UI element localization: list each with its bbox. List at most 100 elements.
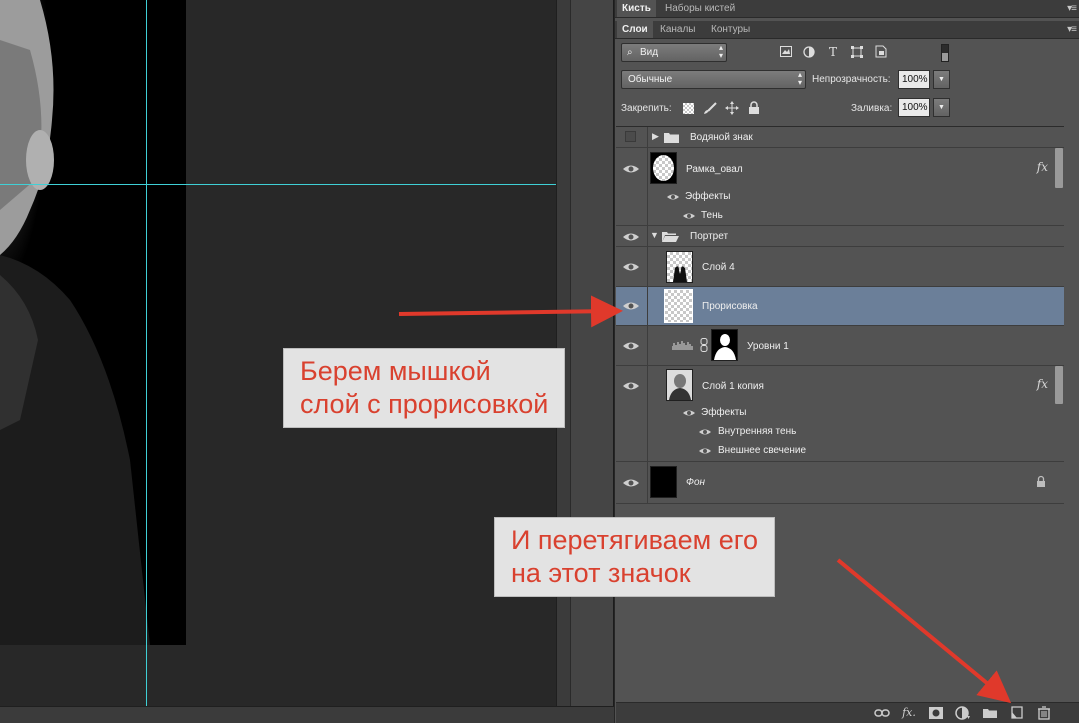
- opacity-label: Непрозрачность:: [812, 74, 891, 85]
- mask-icon[interactable]: [928, 706, 944, 720]
- layer-row-levels[interactable]: Уровни 1: [616, 326, 1064, 366]
- filter-adjustment-icon[interactable]: [803, 46, 815, 58]
- filter-toggle-switch[interactable]: [941, 44, 949, 62]
- effect-outer-glow-label: Внешнее свечение: [718, 445, 807, 456]
- fx-icon[interactable]: fx: [1037, 160, 1048, 174]
- layer-row-watermark[interactable]: ▶ Водяной знак: [616, 127, 1064, 148]
- filter-kind-select[interactable]: ⌕ Вид ▴ ▾: [621, 43, 727, 62]
- eye-icon[interactable]: [622, 230, 640, 244]
- fx-expand-bar[interactable]: [1055, 366, 1063, 404]
- blend-mode-value: Обычные: [628, 74, 673, 85]
- filter-shape-icon[interactable]: [851, 46, 863, 58]
- effect-inner-shadow-label: Внутренняя тень: [718, 426, 797, 437]
- lock-icon: [1037, 475, 1045, 487]
- panel-menu-icon[interactable]: ▾≡: [1067, 3, 1077, 14]
- tab-channels[interactable]: Каналы: [655, 21, 701, 38]
- layer-row-frame[interactable]: Рамка_овал fx Эффекты Тень: [616, 148, 1064, 226]
- updown-icon: ▴ ▾: [718, 43, 723, 60]
- eye-icon[interactable]: [622, 260, 640, 274]
- lock-brush-icon[interactable]: [703, 102, 717, 115]
- tab-layers[interactable]: Слои: [617, 21, 653, 38]
- lock-all-icon[interactable]: [748, 101, 760, 115]
- fx-icon[interactable]: fx.: [901, 706, 917, 720]
- lock-move-icon[interactable]: [725, 101, 739, 115]
- layers-panel-menu-icon[interactable]: ▾≡: [1067, 24, 1077, 35]
- layer-row-background[interactable]: Фон: [616, 462, 1064, 504]
- guide-vertical: [146, 0, 147, 706]
- panel-dock-gap: [570, 0, 614, 706]
- fill-input[interactable]: 100%: [898, 98, 930, 117]
- filter-smart-object-icon[interactable]: [875, 45, 887, 58]
- callout-line: И перетягиваем его: [511, 525, 759, 555]
- layer-row-sketch[interactable]: Прорисовка: [616, 287, 1064, 326]
- inner-shadow-eye-icon[interactable]: [698, 427, 712, 437]
- callout-grab-layer: Берем мышкой слой с прорисовкой: [283, 348, 566, 428]
- folder-icon[interactable]: [982, 706, 998, 720]
- document-image[interactable]: [0, 0, 186, 645]
- outer-glow-eye-icon[interactable]: [698, 446, 712, 456]
- callout-line: слой с прорисовкой: [300, 389, 549, 419]
- tab-paths[interactable]: Контуры: [706, 21, 755, 38]
- fx-icon[interactable]: fx: [1037, 377, 1048, 391]
- eye-column-divider: [647, 226, 648, 246]
- expand-down-icon[interactable]: ▼: [650, 230, 659, 240]
- new-layer-icon[interactable]: [1009, 706, 1025, 720]
- filter-row: ⌕ Вид ▴ ▾ T: [615, 42, 1079, 70]
- layer-row-layer4[interactable]: Слой 4: [616, 247, 1064, 287]
- eye-column-divider: [647, 366, 648, 461]
- trash-icon[interactable]: [1036, 706, 1052, 720]
- fill-label: Заливка:: [851, 103, 893, 114]
- layer-name: Портрет: [690, 231, 729, 242]
- effects-eye-icon[interactable]: [666, 192, 680, 202]
- callout-line: Берем мышкой: [300, 356, 491, 386]
- expand-right-icon[interactable]: ▶: [652, 131, 659, 142]
- callout-line: на этот значок: [511, 558, 691, 588]
- opacity-input[interactable]: 100%: [898, 70, 930, 89]
- svg-text:▾: ▾: [967, 715, 970, 720]
- effects-eye-icon[interactable]: [682, 408, 696, 418]
- eye-icon[interactable]: [622, 299, 640, 313]
- fx-expand-bar[interactable]: [1055, 148, 1063, 188]
- layer-thumbnail: [650, 152, 677, 184]
- eye-column-divider: [647, 287, 648, 325]
- layer-mask-thumbnail[interactable]: [711, 329, 738, 361]
- eye-column-divider: [647, 326, 648, 365]
- blend-mode-select[interactable]: Обычные ▴ ▾: [621, 70, 806, 89]
- search-icon: ⌕: [627, 47, 633, 58]
- layers-list[interactable]: ▶ Водяной знак Рамка_овал fx Эффекты Тен…: [616, 126, 1064, 702]
- eye-column-divider: [647, 462, 648, 503]
- eye-column-divider: [647, 127, 648, 147]
- lock-label: Закрепить:: [621, 103, 672, 114]
- eye-icon[interactable]: [622, 339, 640, 353]
- eye-icon[interactable]: [622, 162, 640, 176]
- fill-dropdown-button[interactable]: ▼: [933, 98, 950, 117]
- opacity-dropdown-button[interactable]: ▼: [933, 70, 950, 89]
- filter-pixel-icon[interactable]: [780, 46, 792, 57]
- layer-thumbnail: [666, 251, 693, 283]
- layers-panel: Кисть Наборы кистей ▾≡ Слои Каналы Конту…: [614, 0, 1079, 723]
- tab-brush[interactable]: Кисть: [617, 0, 656, 17]
- effect-shadow-label: Тень: [701, 210, 723, 221]
- filter-type-icon[interactable]: T: [826, 45, 840, 59]
- adjustment-icon[interactable]: ▾: [955, 706, 971, 720]
- layer-name: Слой 1 копия: [702, 381, 764, 392]
- layer-name: Водяной знак: [690, 132, 753, 143]
- shadow-eye-icon[interactable]: [682, 211, 696, 221]
- link-icon[interactable]: [874, 706, 890, 720]
- layer-thumbnail: [666, 369, 693, 401]
- layer-name: Прорисовка: [702, 301, 758, 312]
- tab-brush-presets[interactable]: Наборы кистей: [660, 0, 740, 17]
- layer-name: Уровни 1: [747, 341, 789, 352]
- eye-column-divider: [647, 247, 648, 286]
- updown-icon: ▴ ▾: [797, 70, 802, 87]
- layer-thumbnail: [664, 289, 693, 323]
- layer-thumbnail: [650, 466, 677, 498]
- eye-icon[interactable]: [622, 476, 640, 490]
- lock-transparency-icon[interactable]: [683, 103, 694, 114]
- visibility-off-box[interactable]: [625, 131, 636, 142]
- portrait-image: [0, 0, 186, 645]
- eye-icon[interactable]: [622, 379, 640, 393]
- layer-row-copy[interactable]: Слой 1 копия fx Эффекты Внутренняя тень …: [616, 366, 1064, 462]
- layer-row-portrait-group[interactable]: ▼ Портрет: [616, 226, 1064, 247]
- chain-link-icon[interactable]: [700, 338, 708, 352]
